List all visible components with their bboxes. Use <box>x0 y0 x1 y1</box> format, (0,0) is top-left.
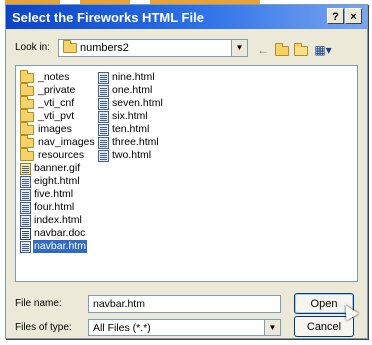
file-name-text: five.html <box>34 188 74 200</box>
file-name-text: images <box>38 123 72 135</box>
file-item[interactable]: two.html <box>98 149 164 162</box>
file-list-column-1: _notes _private _vti_cnf _vti_pvt images nav_… <box>20 69 96 253</box>
html-file-icon <box>98 97 109 110</box>
file-name-text: navbar.doc <box>34 227 86 239</box>
folder-icon <box>63 40 77 53</box>
chevron-down-icon[interactable]: ▼ <box>264 320 280 335</box>
html-file-icon <box>20 188 31 201</box>
look-in-value: numbers2 <box>80 42 129 54</box>
html-file-icon <box>98 149 109 162</box>
close-button[interactable]: × <box>345 8 362 24</box>
file-item[interactable]: four.html <box>20 201 96 214</box>
folder-item[interactable]: _vti_pvt <box>20 108 96 123</box>
title-bar: Select the Fireworks HTML File ? × <box>6 5 367 29</box>
html-file-icon <box>98 84 109 97</box>
up-folder-icon[interactable] <box>274 42 290 57</box>
html-file-icon <box>98 136 109 149</box>
file-item[interactable]: three.html <box>98 136 164 149</box>
file-item[interactable]: navbar.doc <box>20 227 96 240</box>
file-name-text: _notes <box>38 71 70 83</box>
help-button[interactable]: ? <box>327 8 344 24</box>
folder-icon <box>20 82 34 96</box>
file-name-text: resources <box>38 149 85 161</box>
html-file-icon <box>20 214 31 227</box>
file-item[interactable]: banner.gif <box>20 162 96 175</box>
file-item[interactable]: five.html <box>20 188 96 201</box>
file-name-text: _vti_cnf <box>38 97 75 109</box>
folder-item[interactable]: nav_images <box>20 134 96 149</box>
file-name-value: navbar.htm <box>93 298 145 310</box>
folder-item[interactable]: _private <box>20 82 96 97</box>
file-name-text: nine.html <box>112 71 155 83</box>
view-menu-icon[interactable]: ▦▾ <box>312 43 334 57</box>
folder-icon <box>20 147 34 161</box>
folder-item[interactable]: images <box>20 121 96 136</box>
file-name-text: eight.html <box>34 175 80 187</box>
file-name-text: banner.gif <box>34 162 81 174</box>
file-item[interactable]: nine.html <box>98 71 164 84</box>
word-document-icon <box>20 227 31 240</box>
file-item[interactable]: index.html <box>20 214 96 227</box>
folder-icon <box>20 108 34 122</box>
dialog-title: Select the Fireworks HTML File <box>12 9 204 25</box>
file-name-text: _vti_pvt <box>38 110 75 122</box>
folder-icon <box>20 69 34 83</box>
select-file-dialog: Select the Fireworks HTML File ? × Look … <box>5 4 368 339</box>
html-file-icon <box>20 201 31 214</box>
image-file-icon <box>20 162 31 175</box>
file-name-text: two.html <box>112 149 152 161</box>
file-name-input[interactable]: navbar.htm <box>88 295 281 313</box>
file-type-dropdown[interactable]: All Files (*.*) ▼ <box>88 319 281 336</box>
folder-icon <box>20 95 34 109</box>
file-name-text: nav_images <box>38 136 95 148</box>
file-item[interactable]: navbar.htm <box>20 240 96 253</box>
chevron-down-icon[interactable]: ▼ <box>231 40 247 56</box>
folder-item[interactable]: resources <box>20 147 96 162</box>
folder-item[interactable]: _notes <box>20 69 96 84</box>
file-name-text: _private <box>38 84 76 96</box>
folder-item[interactable]: _vti_cnf <box>20 95 96 110</box>
file-name-text: index.html <box>34 214 82 226</box>
file-name-label: File name: <box>15 298 62 309</box>
file-name-text: four.html <box>34 201 75 213</box>
file-list-column-2: nine.html one.html seven.html six.html ten.h… <box>98 71 164 162</box>
file-item[interactable]: six.html <box>98 110 164 123</box>
new-folder-icon[interactable] <box>293 42 309 57</box>
html-file-icon <box>20 240 31 253</box>
file-name-text: navbar.htm <box>33 240 87 253</box>
file-type-value: All Files (*.*) <box>93 321 151 334</box>
back-icon[interactable]: ← <box>255 43 271 57</box>
html-file-icon <box>98 110 109 123</box>
file-list[interactable]: _notes _private _vti_cnf _vti_pvt images nav_… <box>15 65 358 282</box>
look-in-dropdown[interactable]: numbers2 ▼ <box>58 39 248 57</box>
file-name-text: one.html <box>112 84 153 96</box>
file-item[interactable]: one.html <box>98 84 164 97</box>
file-name-text: three.html <box>112 136 159 148</box>
file-name-text: six.html <box>112 110 148 122</box>
file-item[interactable]: eight.html <box>20 175 96 188</box>
file-name-text: ten.html <box>112 123 150 135</box>
file-name-text: seven.html <box>112 97 163 109</box>
file-type-label: Files of type: <box>15 322 72 333</box>
folder-icon <box>20 134 34 148</box>
file-item[interactable]: seven.html <box>98 97 164 110</box>
file-item[interactable]: ten.html <box>98 123 164 136</box>
html-file-icon <box>98 71 109 84</box>
html-file-icon <box>98 123 109 136</box>
folder-icon <box>20 121 34 135</box>
look-in-label: Look in: <box>15 42 51 53</box>
html-file-icon <box>20 175 31 188</box>
